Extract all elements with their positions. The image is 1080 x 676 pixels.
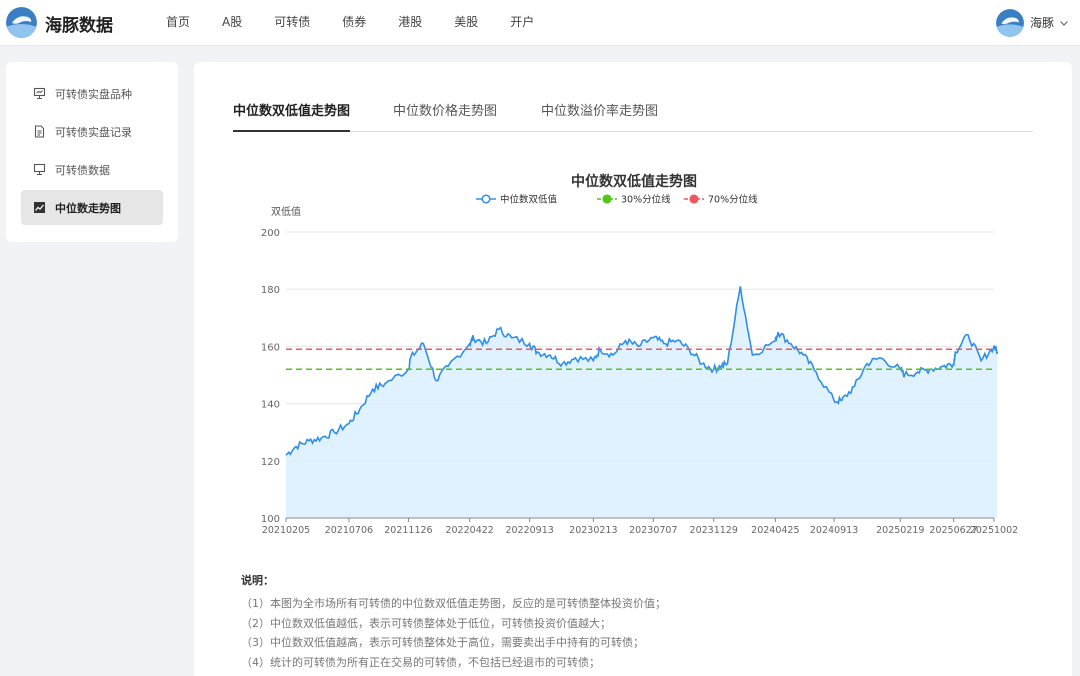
sidebar-item-label: 中位数走势图 (55, 201, 121, 215)
x-tick-label: 20220913 (505, 525, 553, 536)
chevron-down-icon[interactable] (1058, 17, 1070, 29)
sidebar-item-bond-data[interactable]: 可转债数据 (21, 152, 163, 187)
y-tick-label: 120 (261, 457, 280, 468)
nav-item-a-shares[interactable]: A股 (222, 0, 242, 46)
line-chart-icon (34, 202, 45, 213)
notes-title: 说明： (241, 574, 274, 587)
x-tick-label: 20251002 (970, 525, 1018, 536)
chart-container: 中位数双低值走势图 中位数双低值 30%分位线 70%分位线 双低值 100 120 1… (224, 158, 1044, 548)
median-double-low-chart: 中位数双低值走势图 中位数双低值 30%分位线 70%分位线 双低值 1001201… (261, 173, 1018, 536)
legend-label[interactable]: 70%分位线 (708, 194, 758, 206)
y-tick-label: 200 (261, 228, 280, 239)
nav-item-open-account[interactable]: 开户 (510, 0, 534, 46)
main-panel: 中位数双低值走势图 中位数价格走势图 中位数溢价率走势图 中位数双低值走势图 中… (194, 62, 1072, 676)
brand-name[interactable]: 海豚数据 (45, 11, 113, 36)
chart-board-icon (33, 87, 46, 99)
document-icon (34, 125, 45, 138)
note-item: （1）本图为全市场所有可转债的中位数双低值走势图，反应的是可转债整体投资价值； (241, 597, 666, 610)
x-tick-label: 20230213 (569, 525, 617, 536)
x-tick-label: 20210205 (262, 525, 310, 536)
user-name[interactable]: 海豚 (1030, 14, 1054, 31)
sidebar-item-live-records[interactable]: 可转债实盘记录 (21, 114, 163, 149)
sidebar-item-label: 可转债实盘品种 (55, 87, 132, 101)
y-axis-ticks: 100 120 140 160 180 200 (261, 228, 280, 525)
sidebar-item-label: 可转债实盘记录 (55, 125, 132, 139)
tab-median-price[interactable]: 中位数价格走势图 (393, 100, 497, 132)
x-tick-label: 20250219 (876, 525, 924, 536)
note-item: （4）统计的可转债为所有正在交易的可转债，不包括已经退市的可转债； (241, 655, 600, 669)
nav-item-convertible-bonds[interactable]: 可转债 (274, 0, 310, 46)
x-tick-label: 20240913 (810, 525, 858, 536)
explanation-notes: 说明： （1）本图为全市场所有可转债的中位数双低值走势图，反应的是可转债整体投资… (241, 572, 1001, 672)
nav-item-home[interactable]: 首页 (166, 0, 190, 46)
note-item: （2）中位数双低值越低，表示可转债整体处于低位，可转债投资价值越大； (241, 616, 611, 630)
y-tick-label: 100 (261, 514, 280, 525)
chart-tabs: 中位数双低值走势图 中位数价格走势图 中位数溢价率走势图 (233, 90, 1033, 132)
main-nav: 首页 A股 可转债 债券 港股 美股 开户 (166, 0, 566, 46)
x-tick-label: 20210706 (325, 525, 373, 536)
y-axis-label: 双低值 (271, 205, 301, 218)
x-tick-label: 20211126 (384, 525, 432, 536)
board-icon (33, 163, 46, 175)
chart-legend: 中位数双低值 30%分位线 70%分位线 (476, 194, 758, 206)
legend-swatch-marker (689, 194, 699, 204)
dolphin-logo-icon[interactable] (6, 7, 37, 38)
y-tick-label: 160 (261, 342, 280, 353)
note-item: （3）中位数双低值越高，表示可转债整体处于高位，需要卖出手中持有的可转债； (241, 636, 644, 649)
y-tick-label: 180 (261, 285, 280, 296)
legend-swatch-marker (481, 194, 491, 204)
avatar[interactable] (995, 8, 1024, 37)
sidebar-item-label: 可转债数据 (55, 163, 110, 177)
user-menu[interactable]: 海豚 (995, 7, 1070, 38)
nav-item-bonds[interactable]: 债券 (342, 0, 366, 46)
sidebar: 可转债实盘品种 可转债实盘记录 可转债数据 中位数走势图 (6, 62, 178, 242)
sidebar-item-live-varieties[interactable]: 可转债实盘品种 (21, 76, 163, 111)
x-tick-label: 20240425 (751, 525, 799, 536)
sidebar-item-median-trend[interactable]: 中位数走势图 (21, 190, 163, 225)
legend-swatch-marker (602, 194, 612, 204)
legend-label[interactable]: 中位数双低值 (500, 194, 558, 206)
x-tick-label: 20231129 (690, 525, 738, 536)
y-tick-label: 140 (261, 400, 280, 411)
top-navigation-bar: 海豚数据 首页 A股 可转债 债券 港股 美股 开户 海豚 (0, 0, 1080, 46)
nav-item-hk-stocks[interactable]: 港股 (398, 0, 422, 46)
series-area (286, 286, 998, 518)
x-axis-ticks: 20210205 20210706 20211126 20220422 20220913… (262, 518, 1018, 536)
nav-item-us-stocks[interactable]: 美股 (454, 0, 478, 46)
x-tick-label: 20230707 (629, 525, 677, 536)
tab-median-double-low[interactable]: 中位数双低值走势图 (233, 100, 351, 132)
legend-label[interactable]: 30%分位线 (621, 194, 671, 206)
tab-median-premium[interactable]: 中位数溢价率走势图 (541, 100, 658, 132)
x-tick-label: 20220422 (445, 525, 493, 536)
chart-title: 中位数双低值走势图 (571, 173, 697, 190)
